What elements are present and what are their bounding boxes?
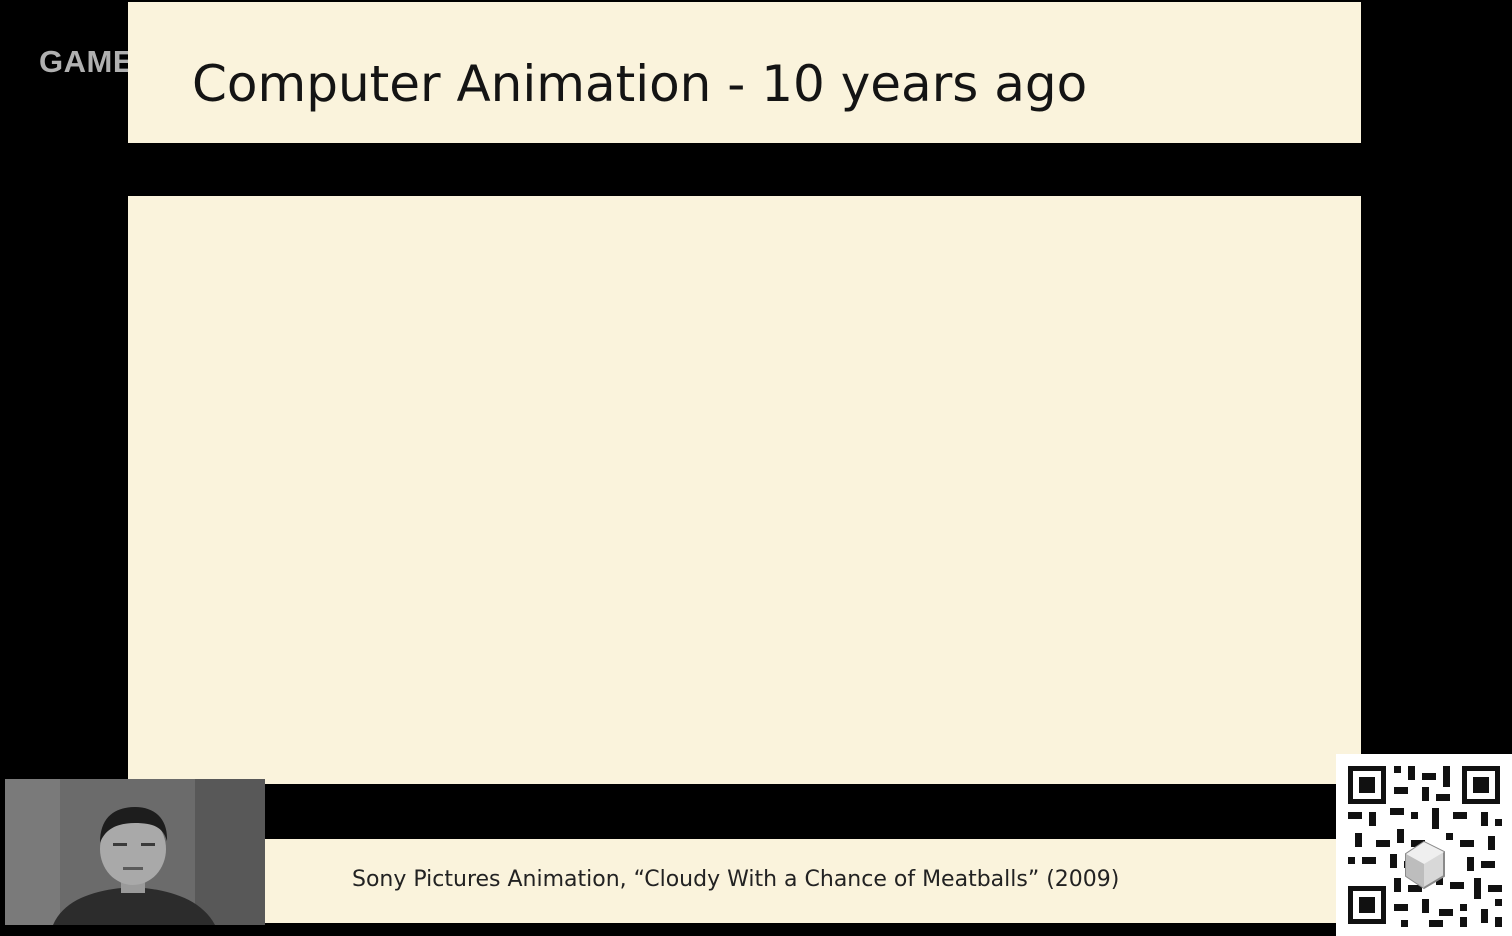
caption-bar: Sony Pictures Animation, “Cloudy With a … [265,839,1336,923]
slide-title: Computer Animation - 10 years ago [192,55,1088,113]
slide-title-panel: Computer Animation - 10 years ago [128,2,1361,143]
watermark-logo: GAME [39,44,134,79]
qr-code-graphic [1336,754,1512,936]
lecture-screen: GAME Computer Animation - 10 years ago S… [0,0,1512,936]
presenter-icon [5,779,265,925]
webcam-overlay [5,779,265,925]
video-area [128,196,1361,784]
slide-caption: Sony Pictures Animation, “Cloudy With a … [352,867,1120,892]
qr-code-icon [1336,754,1512,936]
